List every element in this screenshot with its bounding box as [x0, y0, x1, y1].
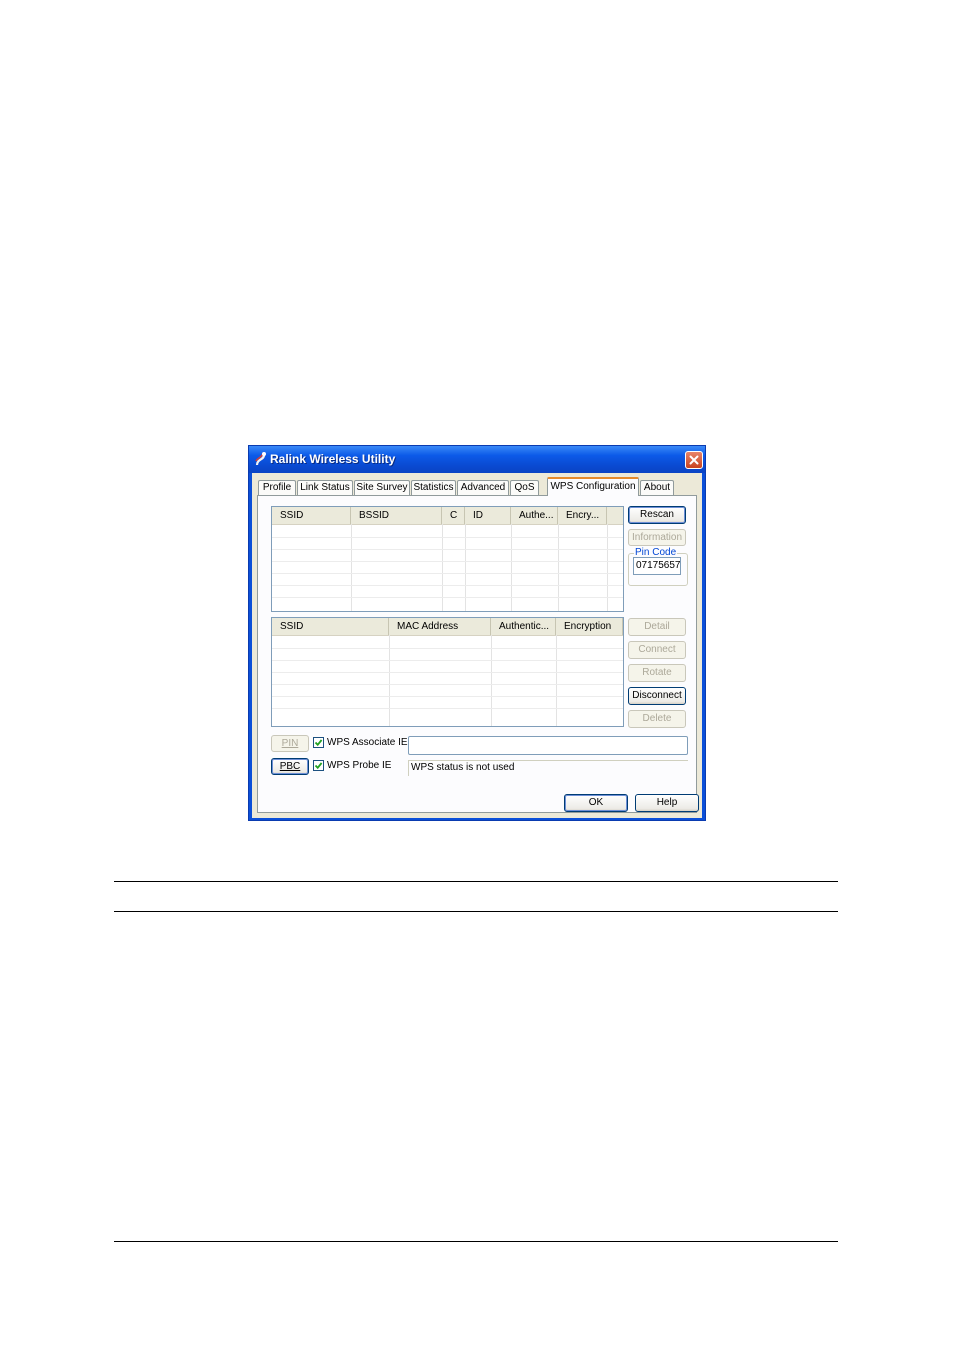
column-authentication[interactable]: Authentic...	[491, 618, 556, 635]
help-button[interactable]: Help	[635, 794, 699, 812]
grid-line	[272, 537, 623, 538]
grid-line	[272, 672, 623, 673]
grid-line	[272, 573, 623, 574]
title-bar[interactable]: Ralink Wireless Utility	[249, 446, 705, 473]
wps-status-text: WPS status is not used	[408, 760, 688, 776]
column-channel[interactable]: C	[442, 507, 465, 524]
grid-line	[272, 561, 623, 562]
window-title: Ralink Wireless Utility	[270, 452, 396, 466]
rescan-button[interactable]: Rescan	[628, 506, 686, 524]
information-button[interactable]: Information	[628, 529, 686, 546]
grid-line	[272, 597, 623, 598]
delete-button[interactable]: Delete	[628, 710, 686, 728]
wps-configuration-panel: SSID BSSID C ID Authe... Encry... Rescan…	[257, 495, 697, 813]
column-bssid[interactable]: BSSID	[351, 507, 442, 524]
page-divider-bottom	[114, 1241, 838, 1242]
column-authentication[interactable]: Authe...	[511, 507, 558, 524]
grid-line	[272, 648, 623, 649]
page-divider-middle	[114, 911, 838, 912]
ralink-utility-window: Ralink Wireless Utility Profile Link Sta…	[248, 445, 706, 821]
grid-line	[272, 660, 623, 661]
ralink-app-icon	[255, 452, 266, 466]
wps-probe-ie-label[interactable]: WPS Probe IE	[327, 760, 391, 771]
grid-line	[272, 585, 623, 586]
wps-progress-box	[408, 736, 688, 755]
column-ssid[interactable]: SSID	[272, 618, 389, 635]
tab-wps-configuration[interactable]: WPS Configuration	[547, 477, 639, 496]
checkmark-icon	[314, 762, 323, 770]
wps-probe-ie-checkbox[interactable]	[313, 760, 324, 771]
column-encryption[interactable]: Encryption	[556, 618, 623, 635]
tab-site-survey[interactable]: Site Survey	[354, 480, 410, 495]
close-icon	[689, 455, 699, 465]
tab-qos[interactable]: QoS	[510, 480, 539, 495]
wps-ap-list[interactable]: SSID BSSID C ID Authe... Encry...	[271, 506, 624, 612]
wps-associate-ie-checkbox[interactable]	[313, 737, 324, 748]
pin-button[interactable]: PIN	[271, 735, 309, 752]
grid-line	[272, 696, 623, 697]
grid-line	[272, 549, 623, 550]
tab-advanced[interactable]: Advanced	[457, 480, 509, 495]
wps-associate-ie-label[interactable]: WPS Associate IE	[327, 737, 408, 748]
pin-code-field: 07175657	[633, 557, 681, 575]
detail-button[interactable]: Detail	[628, 618, 686, 636]
tab-profile[interactable]: Profile	[258, 480, 296, 495]
dialog-client-area: Profile Link Status Site Survey Statisti…	[252, 473, 702, 818]
checkmark-icon	[314, 739, 323, 747]
profile-list-header: SSID MAC Address Authentic... Encryption	[272, 618, 623, 636]
column-id[interactable]: ID	[465, 507, 511, 524]
grid-line	[272, 708, 623, 709]
grid-line	[272, 684, 623, 685]
wps-profile-list[interactable]: SSID MAC Address Authentic... Encryption	[271, 617, 624, 727]
ap-list-header: SSID BSSID C ID Authe... Encry...	[272, 507, 623, 525]
disconnect-button[interactable]: Disconnect	[628, 687, 686, 705]
connect-button[interactable]: Connect	[628, 641, 686, 659]
page-divider-top	[114, 881, 838, 882]
rotate-button[interactable]: Rotate	[628, 664, 686, 682]
column-mac-address[interactable]: MAC Address	[389, 618, 491, 635]
close-button[interactable]	[685, 451, 703, 469]
tab-statistics[interactable]: Statistics	[411, 480, 456, 495]
column-encryption[interactable]: Encry...	[558, 507, 607, 524]
pbc-button[interactable]: PBC	[271, 758, 309, 775]
tab-link-status[interactable]: Link Status	[297, 480, 353, 495]
ok-button[interactable]: OK	[564, 794, 628, 812]
column-ssid[interactable]: SSID	[272, 507, 351, 524]
tab-about[interactable]: About	[640, 480, 674, 495]
